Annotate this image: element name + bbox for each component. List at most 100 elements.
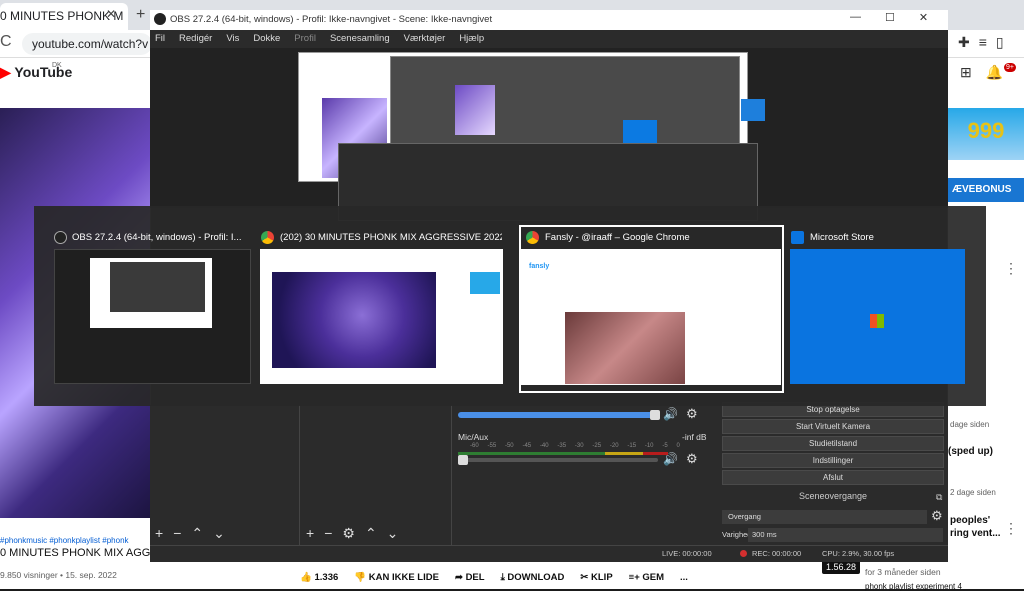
move-up-icon[interactable]: ⌃	[191, 525, 203, 542]
more-vert-icon[interactable]: ⋮	[1004, 520, 1018, 537]
obs-window-title: OBS 27.2.4 (64-bit, windows) - Profil: I…	[170, 14, 493, 25]
share-button[interactable]: ➦ DEL	[455, 572, 485, 583]
desktop-audio-volume-slider[interactable]	[458, 410, 660, 420]
remove-icon[interactable]: −	[173, 525, 181, 542]
chrome-icon	[526, 231, 539, 244]
related-meta: 2 dage siden	[950, 488, 996, 497]
ad-bonus-button[interactable]: ÆVEBONUS	[948, 178, 1024, 202]
studio-mode-button[interactable]: Studietilstand	[722, 436, 944, 451]
slider-handle[interactable]	[650, 410, 660, 420]
sidebar-icon[interactable]: ▯	[996, 34, 1004, 51]
mic-db-readout: -inf dB	[682, 432, 707, 442]
meter-tick: -35	[557, 443, 567, 449]
add-icon[interactable]: +	[155, 525, 163, 542]
related-title[interactable]: phonk playlist experiment 4	[865, 582, 962, 591]
video-hashtags[interactable]: #phonkmusic #phonkplaylist #phonk	[0, 536, 129, 545]
slider-handle[interactable]	[458, 455, 468, 465]
dislike-button[interactable]: 👎 KAN IKKE LIDE	[354, 572, 439, 583]
cpu-readout: CPU: 2.9%, 30.00 fps	[822, 549, 895, 558]
meter-tick: -10	[644, 443, 654, 449]
add-icon[interactable]: +	[306, 525, 314, 542]
new-tab-button[interactable]: +	[136, 6, 145, 24]
minimize-icon[interactable]: —	[850, 11, 861, 24]
preview-blue-window	[623, 120, 657, 145]
playlist-add-icon: ≡+	[628, 571, 640, 583]
clip-button[interactable]: ✂ KLIP	[580, 572, 612, 583]
menu-edit[interactable]: Redigér	[179, 33, 212, 48]
more-vert-icon[interactable]: ⋮	[1004, 260, 1018, 277]
move-down-icon[interactable]: ⌄	[387, 525, 399, 542]
puzzle-icon[interactable]: ✚	[958, 34, 970, 51]
menu-file[interactable]: Fil	[155, 33, 165, 48]
card-title: Microsoft Store	[810, 232, 874, 243]
duration-input[interactable]: 300 ms	[748, 528, 943, 542]
download-label: DOWNLOAD	[507, 571, 565, 583]
audio-mixer-dock	[454, 405, 716, 545]
card-title: Fansly - @iraaff – Google Chrome	[545, 232, 690, 243]
url-text: youtube.com/watch?v	[32, 37, 149, 51]
microsoft-store-icon	[791, 231, 804, 244]
reading-list-icon[interactable]: ≡	[979, 34, 987, 51]
preview-blue-window	[741, 99, 765, 121]
menu-scene-collection[interactable]: Scenesamling	[330, 33, 390, 48]
close-icon[interactable]: ✕	[919, 11, 928, 24]
meter-tick: -60	[470, 443, 479, 449]
mic-volume-slider[interactable]	[458, 455, 658, 465]
obs-title-bar[interactable]: OBS 27.2.4 (64-bit, windows) - Profil: I…	[150, 10, 948, 30]
notification-badge: 9+	[1004, 63, 1016, 72]
gear-icon[interactable]: ⚙	[931, 508, 943, 524]
meter-tick: -25	[592, 443, 602, 449]
start-virtual-camera-button[interactable]: Start Virtuelt Kamera	[722, 419, 944, 434]
exit-button[interactable]: Afslut	[722, 470, 944, 485]
remove-icon[interactable]: −	[324, 525, 332, 542]
share-label: DEL	[465, 571, 485, 583]
recording-dot-icon	[740, 550, 747, 557]
save-button[interactable]: ≡+ GEM	[629, 572, 664, 583]
sources-toolbar: + − ⚙ ⌃ ⌄	[306, 525, 398, 542]
move-up-icon[interactable]: ⌃	[365, 525, 377, 542]
speaker-icon[interactable]: 🔊	[663, 407, 678, 421]
more-button[interactable]: ...	[680, 572, 688, 583]
dislike-label: KAN IKKE LIDE	[368, 571, 439, 583]
like-button[interactable]: 👍 1.336	[300, 572, 338, 583]
gear-icon[interactable]: ⚙	[686, 406, 698, 422]
speaker-icon[interactable]: 🔊	[663, 452, 678, 466]
menu-profile[interactable]: Profil	[294, 33, 316, 48]
related-meta: for 3 måneder siden	[865, 567, 941, 577]
tab-title: 0 MINUTES PHONK M	[0, 9, 124, 23]
ad-banner[interactable]: 999	[948, 108, 1024, 160]
download-button[interactable]: ⤓ DOWNLOAD	[501, 572, 565, 583]
close-icon[interactable]: ✕	[106, 7, 116, 21]
youtube-logo-text: YouTube	[14, 64, 73, 80]
url-field[interactable]: youtube.com/watch?v	[22, 33, 152, 55]
gear-icon[interactable]: ⚙	[686, 451, 698, 467]
maximize-icon[interactable]: ☐	[885, 11, 895, 24]
video-stats: 9.850 visninger • 15. sep. 2022	[0, 570, 117, 580]
related-meta: dage siden	[950, 420, 990, 429]
gear-icon[interactable]: ⚙	[342, 525, 355, 542]
youtube-play-icon: ▶	[0, 64, 11, 80]
menu-help[interactable]: Hjælp	[459, 33, 484, 48]
related-title[interactable]: peoples'	[950, 515, 990, 526]
transition-select[interactable]: Overgang	[722, 510, 927, 524]
undock-icon[interactable]: ⧉	[936, 492, 942, 503]
reload-button[interactable]: C	[0, 33, 12, 51]
move-down-icon[interactable]: ⌄	[213, 525, 225, 542]
thumbnail-photo	[565, 312, 685, 384]
video-action-bar: 👍 1.336 👎 KAN IKKE LIDE ➦ DEL ⤓ DOWNLOAD…	[300, 566, 730, 588]
create-icon[interactable]: ⊞	[960, 64, 972, 81]
obs-menu-bar: Fil Redigér Vis Dokke Profil Scenesamlin…	[150, 30, 948, 48]
related-title[interactable]: (sped up)	[948, 446, 993, 457]
related-title[interactable]: ring vent...	[950, 528, 1001, 539]
share-icon: ➦	[454, 571, 463, 583]
download-icon: ⤓	[500, 571, 505, 583]
settings-button[interactable]: Indstillinger	[722, 453, 944, 468]
country-code: DK	[52, 62, 62, 69]
preview-purple-video	[455, 85, 495, 135]
menu-tools[interactable]: Værktøjer	[404, 33, 446, 48]
bell-icon[interactable]: 🔔	[986, 64, 1003, 81]
thumbnail-ad	[470, 272, 500, 294]
menu-view[interactable]: Vis	[226, 33, 239, 48]
menu-docks[interactable]: Dokke	[253, 33, 280, 48]
meter-tick: -30	[574, 443, 584, 449]
